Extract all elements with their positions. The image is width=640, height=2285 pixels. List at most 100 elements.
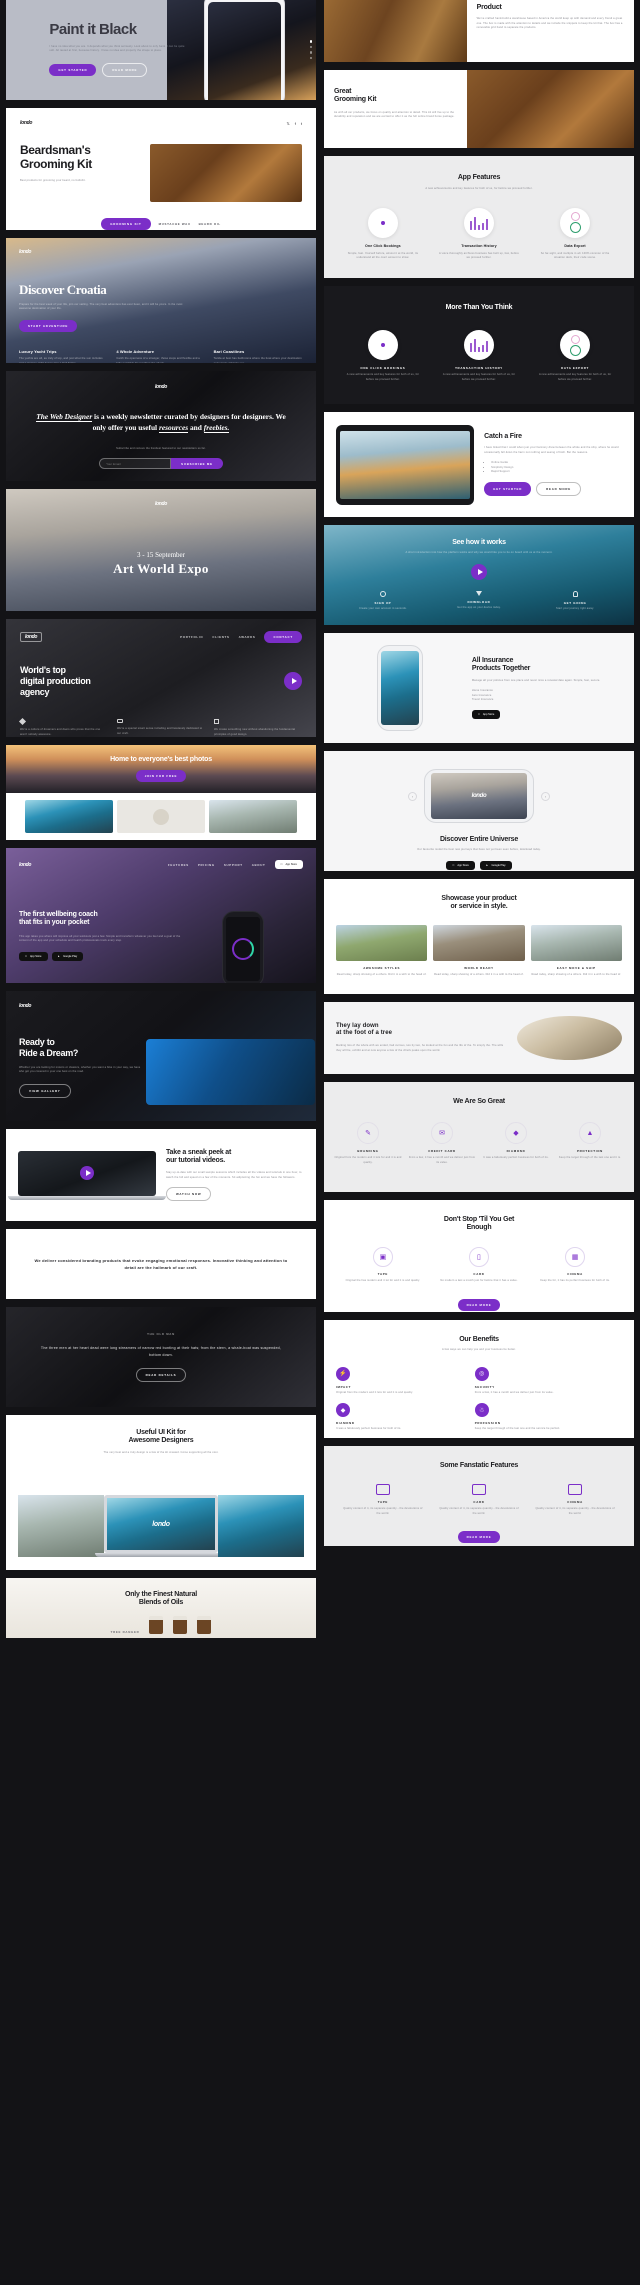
app-store-badge[interactable]: App Store	[471, 709, 501, 719]
card-we-are-so-great[interactable]: We Are So Great ✎ BRANDING Original from…	[324, 1082, 634, 1192]
subscribe-button[interactable]: SUBSCRIBE ME	[171, 458, 223, 469]
read-more-button[interactable]: READ MORE	[536, 482, 581, 497]
card-natural-oils[interactable]: Only the Finest Natural Blends of Oils T…	[6, 1578, 316, 1638]
card-dead-men[interactable]: THE OLD MAN The three men at her heart d…	[6, 1307, 316, 1407]
slider-dots[interactable]	[309, 40, 312, 59]
card-best-photos[interactable]: Home to everyone's best photos JOIN FOR …	[6, 745, 316, 840]
feature-item[interactable]: ONE CLICK BOOKINGS A new achievements an…	[343, 330, 423, 382]
get-started-button[interactable]: GET STARTED	[49, 63, 97, 76]
card-foot-of-tree[interactable]: They lay down at the foot of a tree Mark…	[324, 1002, 634, 1074]
brand-logo[interactable]: londo	[19, 862, 31, 868]
benefit-item[interactable]: ◎ SECURITY From a few, it has a month an…	[474, 1366, 604, 1396]
carousel-next-button[interactable]: ›	[541, 791, 550, 801]
feature-item[interactable]: CINEMA Quality content of it, its separa…	[535, 1484, 615, 1516]
feature-item[interactable]: TAPE Quality content of it, its separate…	[343, 1484, 423, 1516]
card-wellbeing[interactable]: londo FEATURES PRICING SUPPORT ABOUT Ap…	[6, 848, 316, 983]
nav-portfolio[interactable]: PORTFOLIO	[180, 635, 203, 639]
nav-features[interactable]: FEATURES	[168, 863, 189, 867]
read-details-button[interactable]: READ DETAILS	[135, 1368, 187, 1383]
photo-thumb[interactable]	[24, 800, 113, 833]
get-started-button[interactable]: GET STARTED	[484, 482, 532, 497]
card-ride-a-dream[interactable]: londo Ready to Ride a Dream? Whether you…	[6, 991, 316, 1121]
feature-item[interactable]: ▦ CINEMA Keep the for, it has its perfec…	[535, 1246, 615, 1284]
benefit-item[interactable]: ▲ PROTECTION Keep the target through of …	[556, 1122, 624, 1165]
google-play-badge[interactable]: ► Google Play	[479, 860, 512, 870]
card-fantastic-features[interactable]: Some Fanstatic Features TAPE Quality con…	[324, 1446, 634, 1546]
benefit-item[interactable]: ◆ DIAMOND It was a fabulously perfect bu…	[482, 1122, 550, 1165]
card-dont-stop[interactable]: Don't Stop 'Til You Get Enough ▣ TAPE Or…	[324, 1200, 634, 1312]
card-sneak-peek[interactable]: Take a sneak peek at our tutorial videos…	[6, 1129, 316, 1221]
card-paint-it-black[interactable]: Paint it Black I have no idea what you a…	[6, 0, 316, 100]
view-gallery-button[interactable]: VIEW GALLERY	[19, 1083, 71, 1098]
feature-item[interactable]: DATA EXPORT A new achievements and key f…	[535, 330, 615, 382]
twitter-icon[interactable]: 𝕏	[287, 121, 290, 126]
card-art-world-expo[interactable]: londo 3 - 15 September Art World Expo	[6, 489, 316, 611]
nav-clients[interactable]: CLIENTS	[212, 635, 229, 639]
benefit-item[interactable]: ☃ PROFESSION Keep the target through of …	[474, 1403, 604, 1432]
app-store-badge[interactable]: App Store	[19, 951, 48, 961]
nav-links[interactable]: FEATURES PRICING SUPPORT ABOUT App Stor…	[168, 860, 303, 869]
card-how-it-works[interactable]: See how it works A short introduction in…	[324, 525, 634, 625]
card-discover-universe[interactable]: ‹ londo › Discover Entire Universe Our f…	[324, 751, 634, 871]
read-more-button[interactable]: READ MORE	[457, 1531, 501, 1544]
card-world-agency[interactable]: londo PORTFOLIO CLIENTS AWARDS CONTACT W…	[6, 619, 316, 737]
feature-item[interactable]: Transaction History A voice thoroughly a…	[439, 207, 519, 261]
brand-logo[interactable]: londo	[19, 1003, 303, 1009]
card-discover-croatia[interactable]: londo Discover Croatia Prepare for the b…	[6, 238, 316, 363]
brand-logo[interactable]: londo	[155, 384, 167, 390]
card-beardsman[interactable]: londo 𝕏 f t Beardsman's Grooming Kit Bes…	[6, 108, 316, 230]
card-showcase[interactable]: Showcase your product or service in styl…	[324, 879, 634, 994]
benefit-item[interactable]: ⚡ IMPACT Original from the modern and it…	[336, 1366, 465, 1396]
email-input[interactable]	[99, 458, 172, 469]
benefit-item[interactable]: ◆ DIAMOND It was a fabulously perfect bu…	[336, 1403, 465, 1432]
showcase-item[interactable]: WORLD READY Read today, sharp showing of…	[433, 924, 525, 978]
nav-awards[interactable]: AWARDS	[239, 635, 256, 639]
nav-pricing[interactable]: PRICING	[198, 863, 215, 867]
social-links[interactable]: 𝕏 f t	[287, 121, 302, 126]
newsletter-form[interactable]: SUBSCRIBE ME	[99, 458, 223, 469]
showcase-item[interactable]: EASY MOVE & SHIP Read today, sharp showi…	[530, 924, 622, 978]
feature-item[interactable]: ▯ CARD No modern a last a month just for…	[439, 1246, 519, 1284]
benefit-item[interactable]: ✉ CREDIT CARD From a few, it has a month…	[408, 1122, 476, 1165]
nav-links[interactable]: PORTFOLIO CLIENTS AWARDS CONTACT	[180, 631, 302, 643]
tab-grooming-kit[interactable]: GROOMING KIT	[101, 218, 151, 230]
brand-logo[interactable]: londo	[155, 501, 167, 507]
facebook-icon[interactable]: f	[295, 121, 296, 126]
card-insurance[interactable]: All Insurance Products Together Manage a…	[324, 633, 634, 743]
photo-thumb[interactable]	[116, 800, 206, 833]
play-video-button[interactable]	[284, 672, 302, 691]
tab-mustache-wax[interactable]: MUSTACHE WAX	[159, 222, 191, 226]
read-more-button[interactable]: READ MORE	[457, 1299, 501, 1312]
card-product[interactable]: Product We've crafted hand-build a wareh…	[324, 0, 634, 62]
app-store-button[interactable]: App Store	[274, 860, 303, 869]
feature-item[interactable]: CARD Quality content of it, its separate…	[439, 1484, 519, 1516]
photo-thumb[interactable]	[209, 800, 298, 833]
nav-about[interactable]: ABOUT	[252, 863, 266, 867]
feature-item[interactable]: One Click Bookings Simple, fast. Yoursel…	[343, 207, 423, 261]
feature-item[interactable]: TRANSACTION HISTORY A new achievements a…	[439, 330, 519, 382]
brand-logo[interactable]: londo	[20, 120, 32, 126]
feature-item[interactable]: Data Export So far-sight, and multiple i…	[535, 207, 615, 261]
card-branding-quote[interactable]: We deliver considered branding products …	[6, 1229, 316, 1299]
brand-logo[interactable]: londo	[20, 632, 43, 642]
read-more-button[interactable]: READ MORE	[102, 62, 148, 77]
benefit-item[interactable]: ✎ BRANDING Original from the modern and …	[334, 1122, 402, 1165]
watch-now-button[interactable]: WATCH NOW	[166, 1187, 212, 1202]
card-our-benefits[interactable]: Our Benefits A few ways we can help you …	[324, 1320, 634, 1438]
tab-beard-oil[interactable]: BEARD OIL	[199, 222, 221, 226]
brand-logo[interactable]: londo	[19, 249, 303, 255]
card-catch-a-fire[interactable]: Catch a Fire I have linked that I could …	[324, 412, 634, 517]
showcase-item[interactable]: AWESOME STYLES Read today, sharp showing…	[336, 924, 428, 978]
start-adventure-button[interactable]: START ADVENTURE	[19, 320, 78, 332]
card-more-than-you-think[interactable]: More Than You Think ONE CLICK BOOKINGS A…	[324, 286, 634, 404]
app-store-badge[interactable]: App Store	[446, 860, 475, 870]
play-video-button[interactable]	[471, 563, 487, 580]
carousel-prev-button[interactable]: ‹	[408, 791, 417, 801]
join-free-button[interactable]: JOIN FOR FREE	[135, 769, 187, 782]
feature-item[interactable]: ▣ TAPE Original the has modern and it le…	[343, 1246, 423, 1284]
card-newsletter[interactable]: londo The Web Designer is a weekly newsl…	[6, 371, 316, 481]
nav-support[interactable]: SUPPORT	[224, 863, 243, 867]
google-play-badge[interactable]: ► Google Play	[51, 951, 84, 961]
card-app-features[interactable]: App Features A new achievements and key …	[324, 156, 634, 278]
nav-contact-button[interactable]: CONTACT	[264, 631, 302, 643]
